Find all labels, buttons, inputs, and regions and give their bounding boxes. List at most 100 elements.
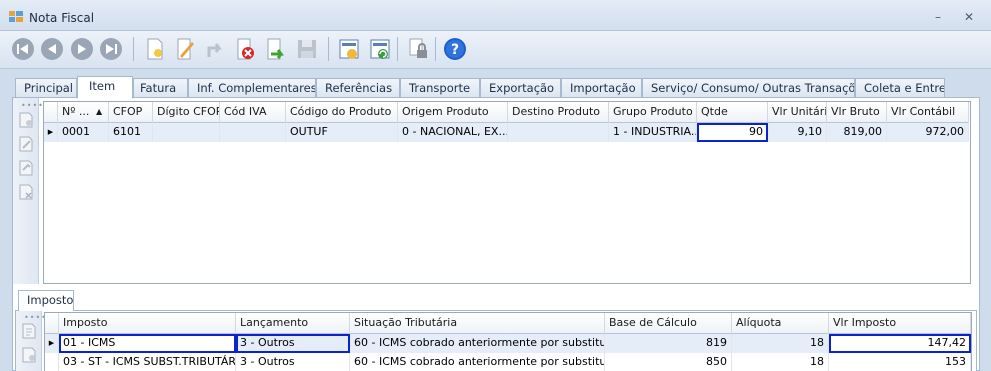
item-side-toolbar: •••• — [13, 98, 43, 284]
save-button[interactable] — [293, 35, 321, 63]
lock-button[interactable] — [404, 35, 432, 63]
minimize-button[interactable]: – — [931, 11, 945, 23]
column-header-cod-iva[interactable]: Cód IVA — [220, 102, 286, 123]
help-button[interactable]: ? — [441, 35, 469, 63]
copy-item-icon[interactable] — [19, 160, 33, 176]
cell-vlr-contabil[interactable]: 972,00 — [887, 123, 969, 142]
cell-aliquota[interactable]: 18 — [732, 334, 829, 353]
refresh-icon — [370, 39, 390, 59]
cell-vlr-imposto[interactable]: 153 — [829, 353, 971, 371]
row-indicator-icon: ▶ — [44, 123, 58, 142]
add-imposto-icon[interactable] — [22, 323, 36, 339]
cell-lancamento[interactable]: 3 - Outros — [236, 353, 350, 371]
next-record-button[interactable] — [68, 35, 96, 63]
tab-servico-consumo[interactable]: Serviço/ Consumo/ Outras Transações — [642, 78, 855, 98]
app-icon — [9, 11, 23, 22]
tab-principal[interactable]: Principal — [15, 78, 77, 98]
row-indicator-icon: ▶ — [45, 334, 59, 353]
tab-fatura[interactable]: Fatura — [133, 78, 188, 98]
grip-handle[interactable]: •••• — [21, 102, 43, 110]
confirm-button[interactable] — [261, 35, 289, 63]
cell-origem-produto[interactable]: 0 - NACIONAL, EX... — [398, 123, 508, 142]
cell-digito-cfop[interactable] — [153, 123, 220, 142]
cell-codigo-produto[interactable]: OUTUF — [286, 123, 398, 142]
close-button[interactable]: ✕ — [962, 11, 976, 23]
toolbar-separator — [328, 37, 329, 61]
column-header-qtde[interactable]: Qtde — [697, 102, 768, 123]
column-header-vlr-bruto[interactable]: Vlr Bruto — [827, 102, 887, 123]
tab-exportacao[interactable]: Exportação — [480, 78, 561, 98]
column-header-situacao-tributaria[interactable]: Situação Tributária — [350, 313, 605, 334]
column-header-vlr-imposto[interactable]: Vlr Imposto — [829, 313, 971, 334]
cell-cfop[interactable]: 6101 — [109, 123, 153, 142]
cell-vlr-bruto[interactable]: 819,00 — [827, 123, 887, 142]
column-header-cfop[interactable]: CFOP — [109, 102, 153, 123]
column-header-lancamento[interactable]: Lançamento — [236, 313, 350, 334]
cell-base-calculo[interactable]: 850 — [605, 353, 732, 371]
cell-grupo-produto[interactable]: 1 - INDUSTRIA... — [609, 123, 697, 142]
table-row[interactable]: 03 - ST - ICMS SUBST.TRIBUTÁRIA 3 - Outr… — [45, 353, 971, 371]
column-header-digito-cfop[interactable]: Dígito CFOP — [153, 102, 220, 123]
tab-referencias[interactable]: Referências — [316, 78, 400, 98]
new-button[interactable] — [141, 35, 169, 63]
row-indicator-cell — [45, 353, 59, 371]
table-row[interactable]: ▶ 0001 6101 OUTUF 0 - NACIONAL, EX... 1 … — [44, 123, 969, 142]
cell-vlr-imposto[interactable]: 147,42 — [829, 334, 971, 353]
cell-aliquota[interactable]: 18 — [732, 353, 829, 371]
delete-icon — [237, 38, 254, 60]
column-header-imposto[interactable]: Imposto — [59, 313, 236, 334]
undo-icon — [207, 43, 222, 57]
row-indicator-header — [45, 313, 59, 334]
tab-coleta-entrega[interactable]: Coleta e Entrega — [855, 78, 945, 98]
cell-lancamento[interactable]: 3 - Outros — [236, 334, 350, 353]
cell-situacao-tributaria[interactable]: 60 - ICMS cobrado anteriormente por subs… — [350, 334, 605, 353]
delete-button[interactable] — [231, 35, 259, 63]
table-row[interactable]: ▶ 01 - ICMS 3 - Outros 60 - ICMS cobrado… — [45, 334, 971, 353]
column-header-destino-produto[interactable]: Destino Produto — [508, 102, 609, 123]
tab-importacao[interactable]: Importação — [561, 78, 642, 98]
delete-item-icon[interactable] — [19, 184, 33, 200]
cell-base-calculo[interactable]: 819 — [605, 334, 732, 353]
edit-button[interactable] — [171, 35, 199, 63]
edit-item-icon[interactable] — [19, 136, 33, 152]
last-record-button[interactable] — [97, 35, 125, 63]
column-header-codigo-produto[interactable]: Código do Produto — [286, 102, 398, 123]
cell-qtde[interactable]: 90 — [697, 123, 768, 142]
column-header-base-calculo[interactable]: Base de Cálculo — [605, 313, 732, 334]
cell-cod-iva[interactable] — [220, 123, 286, 142]
first-icon — [12, 38, 34, 60]
column-header-origem-produto[interactable]: Origem Produto — [398, 102, 508, 123]
item-grid-header: Nº ... ▲ CFOP Dígito CFOP Cód IVA Código … — [44, 102, 969, 123]
tab-transporte[interactable]: Transporte — [400, 78, 480, 98]
first-record-button[interactable] — [9, 35, 37, 63]
undo-button[interactable] — [201, 35, 229, 63]
cell-destino-produto[interactable] — [508, 123, 609, 142]
edit-imposto-icon[interactable] — [22, 347, 36, 363]
toolbar-separator — [435, 37, 436, 61]
toolbar-separator — [133, 37, 134, 61]
tab-imposto[interactable]: Imposto — [18, 290, 74, 311]
column-header-grupo-produto[interactable]: Grupo Produto — [609, 102, 697, 123]
cell-vlr-unitario[interactable]: 9,10 — [768, 123, 827, 142]
cell-numero[interactable]: 0001 — [58, 123, 109, 142]
imposto-side-toolbar: •••• — [16, 311, 46, 371]
tab-inf-complementares[interactable]: Inf. Complementares — [188, 78, 316, 98]
cell-imposto[interactable]: 01 - ICMS — [59, 334, 236, 353]
column-header-aliquota[interactable]: Alíquota — [732, 313, 829, 334]
refresh-button[interactable] — [366, 35, 394, 63]
add-item-icon[interactable] — [19, 112, 33, 128]
column-header-vlr-unitario[interactable]: Vlr Unitário — [768, 102, 827, 123]
previous-record-button[interactable] — [38, 35, 66, 63]
grip-handle[interactable]: •••• — [24, 314, 46, 322]
cell-imposto[interactable]: 03 - ST - ICMS SUBST.TRIBUTÁRIA — [59, 353, 236, 371]
svg-text:?: ? — [451, 42, 459, 58]
column-header-numero[interactable]: Nº ... ▲ — [58, 102, 109, 123]
tab-item[interactable]: Item — [77, 76, 133, 99]
column-header-vlr-contabil[interactable]: Vlr Contábil — [887, 102, 969, 123]
report-icon — [339, 39, 359, 59]
prev-icon — [41, 38, 63, 60]
sort-ascending-icon: ▲ — [96, 107, 103, 116]
tab-strip: Principal Item Fatura Inf. Complementare… — [15, 76, 975, 99]
report-button[interactable] — [335, 35, 363, 63]
cell-situacao-tributaria[interactable]: 60 - ICMS cobrado anteriormente por subs… — [350, 353, 605, 371]
